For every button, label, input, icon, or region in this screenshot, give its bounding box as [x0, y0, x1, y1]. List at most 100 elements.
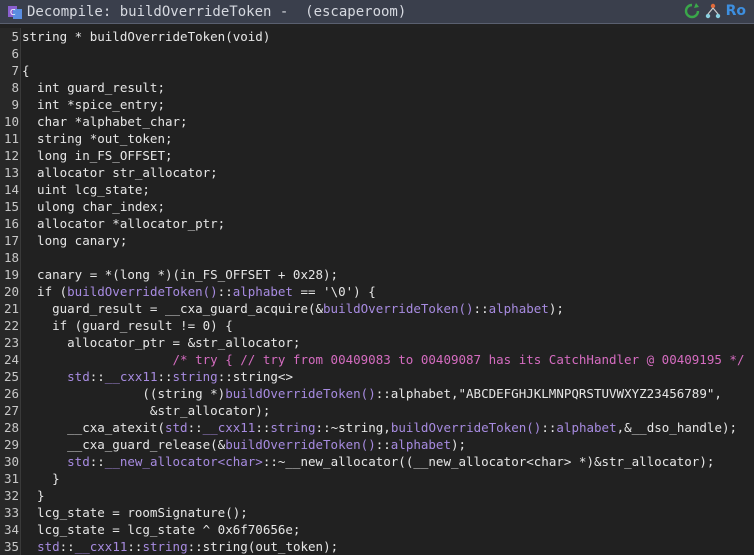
code-line[interactable]: 19 canary = *(long *)(in_FS_OFFSET + 0x2… — [0, 266, 754, 283]
code-token[interactable]: } — [22, 471, 60, 486]
code-token[interactable]: guard_result = __cxa_guard_acquire(& — [22, 301, 323, 316]
code-line[interactable]: 25 std::__cxx11::string::string<> — [0, 368, 754, 385]
code-token[interactable]: string<> — [233, 369, 293, 384]
code-line[interactable]: 34 lcg_state = lcg_state ^ 0x6f70656e; — [0, 521, 754, 538]
code-line[interactable]: 13 allocator str_allocator; — [0, 164, 754, 181]
code-token[interactable]: :: — [90, 369, 105, 384]
code-line[interactable]: 14 uint lcg_state; — [0, 181, 754, 198]
decompiled-code-view[interactable]: 5 string * buildOverrideToken(void) 6 7{8 i… — [0, 28, 754, 555]
code-token[interactable]: :: — [60, 539, 75, 554]
code-line[interactable]: 16 allocator *allocator_ptr; — [0, 215, 754, 232]
code-token[interactable]: if ( — [22, 284, 67, 299]
code-text[interactable]: { — [22, 62, 30, 79]
code-line[interactable]: 18 — [0, 249, 754, 266]
refresh-icon[interactable] — [684, 3, 700, 19]
code-token[interactable]: ::~__new_allocator((__new_allocator<char… — [263, 454, 715, 469]
code-line[interactable]: 30 std::__new_allocator<char>::~__new_al… — [0, 453, 754, 470]
code-token[interactable]: __cxa_guard_release(& — [22, 437, 225, 452]
code-token[interactable]: :: — [474, 301, 489, 316]
code-token[interactable]: :: — [541, 420, 556, 435]
ro-toggle[interactable]: Ro — [726, 3, 746, 19]
code-line[interactable]: 28 __cxa_atexit(std::__cxx11::string::~s… — [0, 419, 754, 436]
code-token[interactable]: int guard_result; — [22, 80, 165, 95]
code-text[interactable]: &str_allocator); — [22, 402, 270, 419]
code-symbol[interactable]: buildOverrideToken() — [323, 301, 474, 316]
code-line[interactable]: 5 string * buildOverrideToken(void) — [0, 28, 754, 45]
code-token[interactable]: string * buildOverrideToken(void) — [22, 29, 270, 44]
code-token[interactable]: :: — [127, 539, 142, 554]
code-symbol[interactable]: __cxx11 — [105, 369, 158, 384]
code-line[interactable]: 20 if (buildOverrideToken()::alphabet ==… — [0, 283, 754, 300]
code-text[interactable]: allocator_ptr = &str_allocator; — [22, 334, 300, 351]
code-symbol[interactable]: alphabet — [489, 301, 549, 316]
code-symbol[interactable]: buildOverrideToken() — [225, 386, 376, 401]
code-text[interactable]: guard_result = __cxa_guard_acquire(&buil… — [22, 300, 564, 317]
code-symbol[interactable]: std — [67, 369, 90, 384]
code-line[interactable]: 6 — [0, 45, 754, 62]
code-symbol[interactable]: std — [67, 454, 90, 469]
code-token[interactable]: uint lcg_state; — [22, 182, 150, 197]
code-text[interactable]: uint lcg_state; — [22, 181, 150, 198]
code-text[interactable]: int guard_result; — [22, 79, 165, 96]
code-line[interactable]: 12 long in_FS_OFFSET; — [0, 147, 754, 164]
code-line[interactable]: 22 if (guard_result != 0) { — [0, 317, 754, 334]
code-token[interactable]: &str_allocator); — [22, 403, 270, 418]
code-text[interactable]: int *spice_entry; — [22, 96, 165, 113]
code-token[interactable]: if (guard_result != 0) { — [22, 318, 233, 333]
code-symbol[interactable]: string — [270, 420, 315, 435]
code-text[interactable]: std::__cxx11::string::string(out_token); — [22, 538, 338, 555]
code-token[interactable]: :: — [188, 420, 203, 435]
code-token[interactable]: ); — [549, 301, 564, 316]
code-symbol[interactable]: buildOverrideToken() — [67, 284, 218, 299]
code-text[interactable]: allocator *allocator_ptr; — [22, 215, 225, 232]
code-text[interactable]: __cxa_atexit(std::__cxx11::string::~stri… — [22, 419, 737, 436]
code-line[interactable]: 31 } — [0, 470, 754, 487]
code-token[interactable]: __cxa_atexit( — [22, 420, 165, 435]
code-text[interactable]: /* try { // try from 00409083 to 0040908… — [22, 351, 745, 368]
code-text[interactable]: std::__cxx11::string::string<> — [22, 368, 293, 385]
code-text[interactable]: std::__new_allocator<char>::~__new_alloc… — [22, 453, 714, 470]
code-token[interactable]: lcg_state = lcg_state ^ 0x6f70656e; — [22, 522, 300, 537]
code-token[interactable]: lcg_state = roomSignature(); — [22, 505, 248, 520]
code-line[interactable]: 7{ — [0, 62, 754, 79]
code-text[interactable]: long in_FS_OFFSET; — [22, 147, 172, 164]
code-text[interactable]: lcg_state = roomSignature(); — [22, 504, 248, 521]
code-token[interactable]: :: — [90, 454, 105, 469]
code-text[interactable]: allocator str_allocator; — [22, 164, 218, 181]
code-token[interactable] — [22, 352, 173, 367]
code-token[interactable]: string *out_token; — [22, 131, 172, 146]
code-line[interactable]: 15 ulong char_index; — [0, 198, 754, 215]
code-token[interactable]: :: — [376, 437, 391, 452]
code-token[interactable]: { — [22, 63, 30, 78]
code-symbol[interactable]: buildOverrideToken() — [391, 420, 542, 435]
code-token[interactable]: :: — [157, 369, 172, 384]
code-line[interactable]: 10 char *alphabet_char; — [0, 113, 754, 130]
code-token[interactable]: allocator_ptr = &str_allocator; — [22, 335, 300, 350]
code-token[interactable]: long in_FS_OFFSET; — [22, 148, 172, 163]
code-line[interactable]: 27 &str_allocator); — [0, 402, 754, 419]
code-text[interactable]: string * buildOverrideToken(void) — [22, 28, 270, 45]
code-token[interactable]: ((string *) — [22, 386, 225, 401]
code-text[interactable]: canary = *(long *)(in_FS_OFFSET + 0x28); — [22, 266, 338, 283]
code-line[interactable]: 33 lcg_state = roomSignature(); — [0, 504, 754, 521]
code-line[interactable]: 29 __cxa_guard_release(&buildOverrideTok… — [0, 436, 754, 453]
code-line[interactable]: 21 guard_result = __cxa_guard_acquire(&b… — [0, 300, 754, 317]
code-text[interactable]: lcg_state = lcg_state ^ 0x6f70656e; — [22, 521, 300, 538]
code-token[interactable] — [22, 454, 67, 469]
code-line[interactable]: 23 allocator_ptr = &str_allocator; — [0, 334, 754, 351]
code-line[interactable]: 11 string *out_token; — [0, 130, 754, 147]
code-symbol[interactable]: __cxx11 — [203, 420, 256, 435]
code-text[interactable]: long canary; — [22, 232, 127, 249]
code-text[interactable]: ((string *)buildOverrideToken()::alphabe… — [22, 385, 722, 402]
code-symbol[interactable]: alphabet — [391, 437, 451, 452]
code-token[interactable]: canary = *(long *)(in_FS_OFFSET + 0x28); — [22, 267, 338, 282]
code-token[interactable] — [22, 369, 67, 384]
code-line[interactable]: 17 long canary; — [0, 232, 754, 249]
code-line[interactable]: 32 } — [0, 487, 754, 504]
code-symbol[interactable]: __cxx11 — [75, 539, 128, 554]
code-token[interactable]: int *spice_entry; — [22, 97, 165, 112]
code-line[interactable]: 35 std::__cxx11::string::string(out_toke… — [0, 538, 754, 555]
code-token[interactable]: ::~string, — [316, 420, 391, 435]
code-line[interactable]: 26 ((string *)buildOverrideToken()::alph… — [0, 385, 754, 402]
code-text[interactable]: string *out_token; — [22, 130, 172, 147]
